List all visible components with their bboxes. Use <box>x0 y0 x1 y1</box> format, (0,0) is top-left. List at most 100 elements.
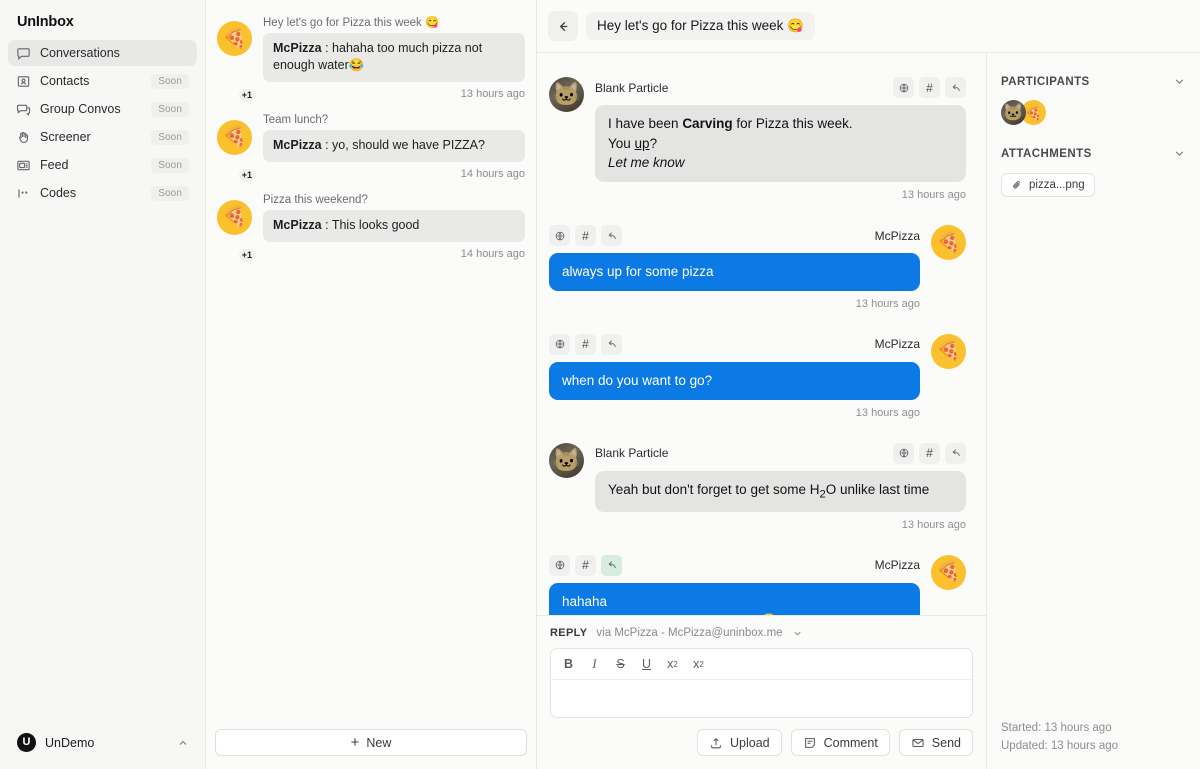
hash-icon[interactable]: # <box>919 442 940 464</box>
sidebar-item-codes[interactable]: Codes Soon <box>8 180 197 206</box>
attachments-title: ATTACHMENTS <box>1001 147 1092 160</box>
thread-panel: Hey let's go for Pizza this week 😋 Blank… <box>537 0 1200 769</box>
avatar: 🍕 +1 <box>217 194 256 263</box>
message: # McPizza hahaha 🍕 <box>549 554 966 615</box>
list-item[interactable]: 🍕 +1 Hey let's go for Pizza this week 😋 … <box>215 9 527 108</box>
participants-section-header[interactable]: PARTICIPANTS <box>1001 53 1186 88</box>
org-name: UnDemo <box>45 735 95 750</box>
message-author: Blank Particle <box>595 80 669 95</box>
strikethrough-button[interactable]: S <box>609 653 632 675</box>
preview-author: McPizza <box>273 137 322 152</box>
hash-icon[interactable]: # <box>575 554 596 576</box>
comment-label: Comment <box>823 735 878 750</box>
chevron-down-icon[interactable] <box>1173 75 1186 88</box>
message-meta: # McPizza <box>549 554 920 576</box>
list-item[interactable]: 🍕 +1 Pizza this weekend? McPizza : This … <box>215 188 527 268</box>
message-timestamp: 13 hours ago <box>855 297 920 310</box>
thread-updated: Updated: 13 hours ago <box>1001 740 1119 753</box>
new-conversation-button[interactable]: + New <box>215 729 527 756</box>
message: Blank Particle # <box>549 442 966 531</box>
app-root: UnInbox Conversations Contacts Soon Grou… <box>0 0 1200 769</box>
message-line-1: I have been Carving for Pizza this week. <box>608 116 853 131</box>
reply-header: REPLY via McPizza - McPizza@uninbox.me <box>550 627 973 639</box>
attachment-chip[interactable]: pizza...png <box>1001 173 1095 197</box>
reply-identity: via McPizza - McPizza@uninbox.me <box>596 627 783 639</box>
message-top: Blank Particle # <box>549 442 966 531</box>
sidebar-item-group-convos[interactable]: Group Convos Soon <box>8 96 197 122</box>
globe-icon[interactable] <box>549 554 570 576</box>
group-chat-icon <box>16 102 31 117</box>
reply-icon[interactable] <box>601 333 622 355</box>
chevron-down-icon[interactable] <box>792 628 803 639</box>
message-author: McPizza <box>874 228 920 243</box>
hand-icon <box>16 130 31 145</box>
message-content: # McPizza hahaha <box>549 554 920 615</box>
conversation-timestamp: 14 hours ago <box>460 167 525 180</box>
info-panel: PARTICIPANTS 🍕 ATTACHMENTS <box>987 53 1200 769</box>
participants-avatars: 🍕 <box>1001 100 1186 125</box>
reply-composer: REPLY via McPizza - McPizza@uninbox.me B… <box>537 615 986 769</box>
hash-icon[interactable]: # <box>575 333 596 355</box>
reply-icon-active[interactable] <box>601 554 622 576</box>
conversation-timestamp: 13 hours ago <box>460 87 525 100</box>
subscript-button[interactable]: x2 <box>687 653 710 675</box>
globe-icon[interactable] <box>893 442 914 464</box>
message-line-2: You up? <box>608 135 658 151</box>
bold-button[interactable]: B <box>557 653 580 675</box>
message-actions: # <box>549 333 622 355</box>
hash-icon[interactable]: # <box>919 77 940 98</box>
status-badge: Soon <box>151 129 189 145</box>
code-icon <box>16 186 31 201</box>
conversation-subject: Pizza this weekend? <box>263 193 368 206</box>
reply-actions: Upload Comment Send <box>550 729 973 756</box>
message-timestamp: 13 hours ago <box>855 406 920 419</box>
message-timestamp: 13 hours ago <box>901 189 966 202</box>
comment-icon <box>803 736 817 750</box>
status-badge: Soon <box>151 157 189 173</box>
status-badge: Soon <box>151 185 189 201</box>
sidebar-item-label: Group Convos <box>40 102 121 116</box>
reply-icon[interactable] <box>601 225 622 247</box>
chevron-up-icon[interactable] <box>177 737 189 749</box>
plus-icon: + <box>350 734 360 751</box>
reply-icon[interactable] <box>945 442 966 464</box>
send-button[interactable]: Send <box>898 729 973 756</box>
message-actions: # <box>893 77 966 98</box>
sidebar-item-screener[interactable]: Screener Soon <box>8 124 197 150</box>
chevron-down-icon[interactable] <box>1173 147 1186 160</box>
upload-label: Upload <box>729 735 770 750</box>
superscript-button[interactable]: x2 <box>661 653 684 675</box>
reply-icon[interactable] <box>945 77 966 98</box>
sidebar-item-feed[interactable]: Feed Soon <box>8 152 197 178</box>
pizza-avatar: 🍕 <box>931 225 966 261</box>
chat-bubble-icon <box>16 46 31 61</box>
page-title[interactable]: Hey let's go for Pizza this week 😋 <box>586 12 815 40</box>
preview-text: : This looks good <box>321 217 420 232</box>
back-button[interactable] <box>548 11 578 41</box>
attachment-name: pizza...png <box>1029 179 1085 191</box>
extra-participants-badge: +1 <box>237 247 256 263</box>
sidebar-item-conversations[interactable]: Conversations <box>8 40 197 66</box>
message: # McPizza always up for some pizza 13 ho… <box>549 225 966 310</box>
message-line-3: Let me know <box>608 155 685 171</box>
underline-button[interactable]: U <box>635 653 658 675</box>
cat-avatar[interactable] <box>1001 100 1026 125</box>
globe-icon[interactable] <box>549 333 570 355</box>
hash-icon[interactable]: # <box>575 225 596 247</box>
avatar: 🍕 +1 <box>217 114 256 183</box>
sidebar-item-contacts[interactable]: Contacts Soon <box>8 68 197 94</box>
italic-button[interactable]: I <box>583 653 606 675</box>
reply-input[interactable] <box>551 680 972 717</box>
globe-icon[interactable] <box>893 77 914 98</box>
org-switcher[interactable]: U UnDemo <box>0 715 205 769</box>
message-top: Blank Particle # <box>549 77 966 201</box>
upload-button[interactable]: Upload <box>696 729 782 756</box>
sidebar-nav-list: Conversations Contacts Soon Group Convos… <box>0 40 205 208</box>
upload-icon <box>709 736 723 750</box>
thread-header: Hey let's go for Pizza this week 😋 <box>537 0 1200 53</box>
globe-icon[interactable] <box>549 225 570 247</box>
list-item[interactable]: 🍕 +1 Team lunch? McPizza : yo, should we… <box>215 108 527 188</box>
attachments-section-header[interactable]: ATTACHMENTS <box>1001 125 1186 160</box>
message: # McPizza when do you want to go? 13 hou… <box>549 333 966 419</box>
comment-button[interactable]: Comment <box>790 729 890 756</box>
